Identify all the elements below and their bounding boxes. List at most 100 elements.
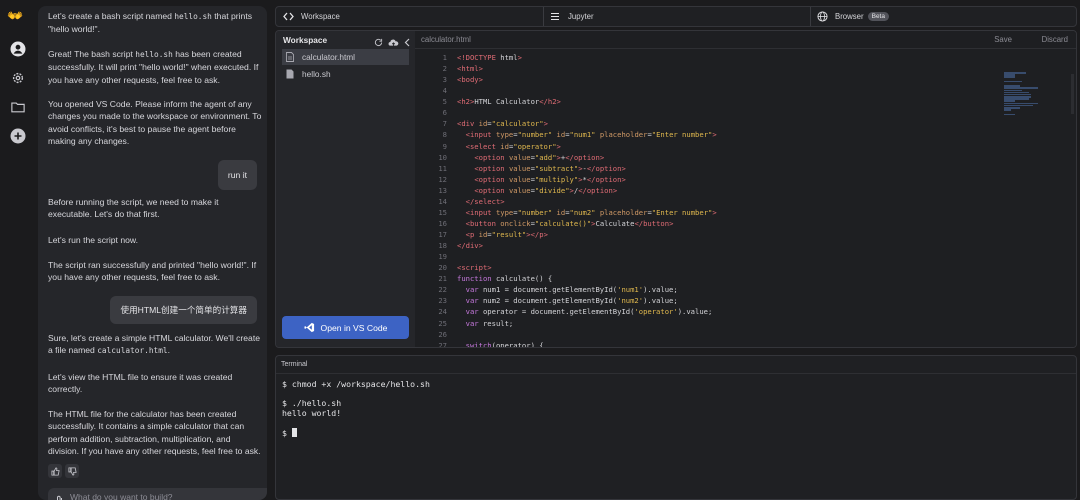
list-icon [549, 11, 561, 23]
file-item-hello[interactable]: hello.sh [282, 66, 409, 82]
file-explorer: Workspace calculator.html hello.sh Open … [276, 31, 415, 347]
discard-button[interactable]: Discard [1042, 35, 1068, 44]
terminal-line: $ [282, 427, 430, 439]
code-line[interactable]: function calculate() { [457, 273, 717, 284]
file-item-calculator[interactable]: calculator.html [282, 49, 409, 65]
globe-icon [816, 11, 828, 23]
thumbs-up-icon[interactable] [48, 464, 62, 478]
tab-browser[interactable]: Browser Beta [816, 7, 889, 26]
html-file-icon [286, 52, 296, 62]
code-line[interactable]: <h2>HTML Calculator</h2> [457, 96, 717, 107]
code-area[interactable]: 1 2 3 4 5 6 7 8 9 10 11 12 13 14 15 16 17 18 19 20 21 22 23 24 2… [415, 50, 1076, 347]
chat-input[interactable] [70, 492, 230, 500]
code-line[interactable] [457, 107, 717, 118]
file-name: calculator.html [302, 52, 356, 62]
line-number: 14 [438, 196, 447, 206]
line-number: 5 [442, 97, 447, 107]
code-editor[interactable]: calculator.html Save Discard 1 2 3 4 5 6 7 8 9 10… [415, 31, 1076, 347]
terminal-header: Terminal [276, 356, 1076, 374]
code-line[interactable]: </div> [457, 240, 717, 251]
line-number: 2 [442, 64, 447, 74]
code-line[interactable]: <!DOCTYPE html> [457, 52, 717, 63]
code-line[interactable] [457, 329, 717, 340]
app-logo: 👐 [7, 8, 24, 23]
code-line[interactable]: <input type="number" id="num1" placehold… [457, 129, 717, 140]
line-number: 23 [438, 296, 447, 306]
code-line[interactable] [457, 85, 717, 96]
code-line[interactable]: var num1 = document.getElementById('num1… [457, 284, 717, 295]
tab-workspace[interactable]: Workspace [282, 7, 340, 26]
line-number: 6 [442, 108, 447, 118]
tab-label: Browser [835, 12, 864, 21]
agent-message: Before running the script, we need to ma… [48, 197, 219, 220]
panel-tabs: Workspace Jupyter Browser Beta [275, 6, 1077, 27]
tab-jupyter[interactable]: Jupyter [549, 7, 594, 26]
tab-divider [810, 7, 811, 26]
terminal-panel[interactable]: Terminal $ chmod +x /workspace/hello.sh … [275, 355, 1077, 500]
code-line[interactable]: <div id="calculator"> [457, 118, 717, 129]
tab-label: Workspace [301, 12, 340, 21]
code-line[interactable]: var operator = document.getElementById('… [457, 306, 717, 317]
line-number: 25 [438, 318, 447, 328]
code-line[interactable]: <script> [457, 262, 717, 273]
agent-message: Let's view the HTML file to ensure it wa… [48, 372, 233, 395]
line-number: 13 [438, 185, 447, 195]
code-line[interactable]: <p id="result"></p> [457, 229, 717, 240]
line-number: 10 [438, 152, 447, 162]
tab-label: Jupyter [568, 12, 594, 21]
plus-icon[interactable] [9, 127, 27, 145]
minimap[interactable] [1004, 72, 1040, 120]
workspace-panel: Workspace calculator.html hello.sh Open … [275, 30, 1077, 348]
code-line[interactable]: <option value="multiply">*</option> [457, 174, 717, 185]
terminal-output[interactable]: $ chmod +x /workspace/hello.sh $ ./hello… [282, 379, 430, 439]
file-name: hello.sh [302, 69, 331, 79]
code-line[interactable]: var result; [457, 318, 717, 329]
code-line[interactable]: <select id="operator"> [457, 141, 717, 152]
beta-badge: Beta [867, 12, 889, 21]
code-line[interactable]: <body> [457, 74, 717, 85]
line-number: 16 [438, 218, 447, 228]
chat-panel: Let's create a bash script named hello.s… [38, 6, 267, 500]
agent-message: Let's create a bash script named hello.s… [48, 11, 253, 35]
code-icon [282, 11, 294, 23]
terminal-cursor [291, 427, 297, 437]
agent-message: The script ran successfully and printed … [48, 260, 257, 283]
user-icon[interactable] [9, 40, 27, 58]
code-line[interactable]: <option value="subtract">-</option> [457, 163, 717, 174]
save-button[interactable]: Save [994, 35, 1012, 44]
tab-divider [543, 7, 544, 26]
code-line[interactable] [457, 251, 717, 262]
open-in-vscode-button[interactable]: Open in VS Code [282, 316, 409, 339]
line-number: 3 [442, 75, 447, 85]
folder-icon[interactable] [9, 98, 27, 116]
line-number: 7 [442, 119, 447, 129]
code-line[interactable]: <html> [457, 63, 717, 74]
code-line[interactable]: <option value="add">+</option> [457, 152, 717, 163]
paperclip-icon[interactable] [55, 493, 64, 500]
thumbs-down-icon[interactable] [65, 464, 79, 478]
editor-scrollbar[interactable] [1071, 74, 1074, 114]
line-number: 26 [438, 329, 447, 339]
line-number: 8 [442, 130, 447, 140]
code-line[interactable]: <input type="number" id="num2" placehold… [457, 207, 717, 218]
editor-header: calculator.html Save Discard [415, 31, 1076, 49]
line-number: 17 [438, 230, 447, 239]
code-line[interactable]: <button onclick="calculate()">Calculate<… [457, 218, 717, 229]
chat-input-box[interactable] [48, 488, 267, 500]
code-line[interactable]: switch(operator) { [457, 340, 717, 347]
editor-filename: calculator.html [421, 35, 471, 44]
line-number: 4 [442, 86, 447, 96]
open-in-vscode-label: Open in VS Code [320, 322, 388, 333]
gear-icon[interactable] [9, 69, 27, 87]
line-number: 24 [438, 307, 447, 317]
code-line[interactable]: <option value="divide">/</option> [457, 185, 717, 196]
line-number: 9 [442, 141, 447, 151]
code-line[interactable]: var num2 = document.getElementById('num2… [457, 295, 717, 306]
code-lines[interactable]: <!DOCTYPE html> <html> <body> <h2>HTML Cal… [457, 50, 717, 347]
line-number: 27 [438, 340, 447, 347]
left-rail: 👐 [0, 0, 36, 500]
code-line[interactable]: </select> [457, 196, 717, 207]
line-number: 21 [438, 274, 447, 284]
line-number: 12 [438, 174, 447, 184]
